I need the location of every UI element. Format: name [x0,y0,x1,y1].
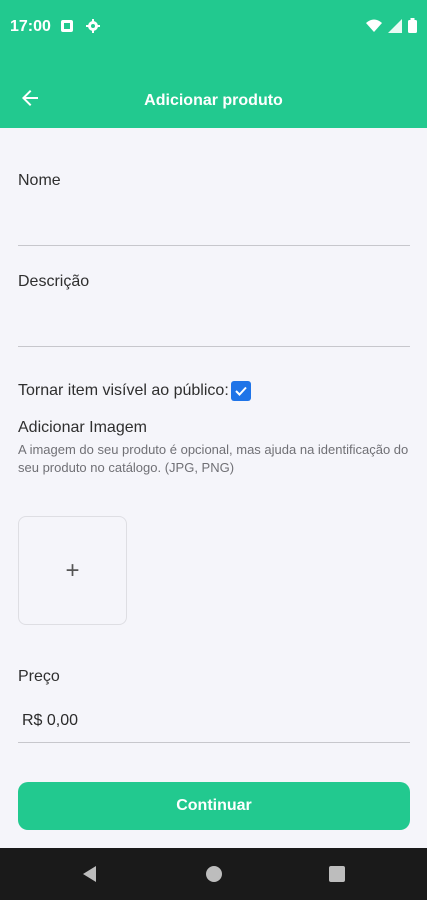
description-field[interactable] [18,309,410,339]
add-image-title: Adicionar Imagem [18,419,147,436]
battery-icon [408,18,417,38]
name-label: Nome [18,172,61,189]
checkmark-icon [235,386,247,396]
nav-back-icon[interactable] [82,866,98,887]
page-title: Adicionar produto [144,92,283,109]
price-label: Preço [18,668,60,685]
wifi-icon [366,19,382,38]
status-time: 17:00 [10,18,51,35]
price-underline [18,742,410,743]
nav-home-icon[interactable] [206,866,222,882]
visibility-row: Tornar item visível ao público: [18,381,251,401]
price-field[interactable]: R$ 0,00 [22,712,78,730]
status-bar: 17:00 [0,0,427,56]
name-underline [18,245,410,246]
plus-icon: + [65,556,80,584]
nav-recents-icon[interactable] [329,866,345,882]
name-field[interactable] [18,208,410,238]
continue-button[interactable]: Continuar [18,782,410,830]
add-image-button[interactable]: + [18,516,127,625]
status-left-icons [60,19,100,38]
gear-icon [86,19,100,38]
description-underline [18,346,410,347]
signal-icon [388,18,402,38]
notification-square-icon [60,19,74,38]
status-right-icons [366,18,417,38]
add-image-help: A imagem do seu produto é opcional, mas … [18,442,409,475]
app-bar: Adicionar produto [0,56,427,128]
system-nav-bar [0,848,427,900]
visibility-checkbox[interactable] [230,381,251,401]
description-label: Descrição [18,273,90,290]
visibility-label: Tornar item visível ao público: [18,382,229,399]
